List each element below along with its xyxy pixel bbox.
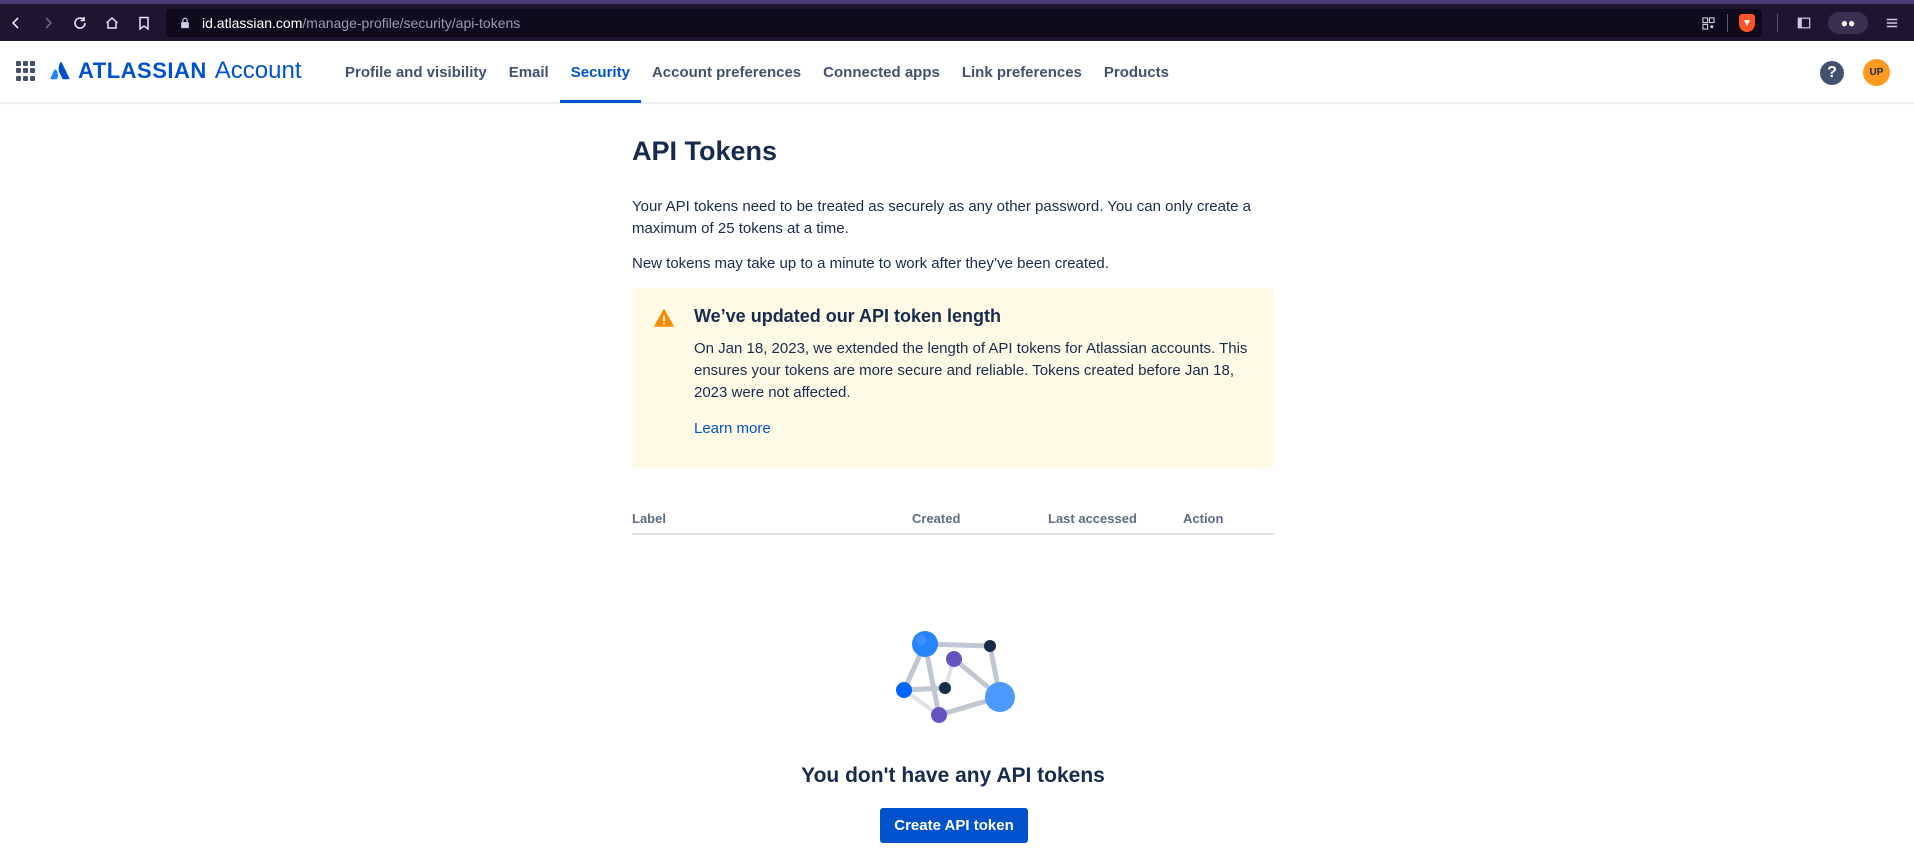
tab-account-preferences[interactable]: Account preferences [641, 41, 812, 103]
url-text: id.atlassian.com/manage-profile/security… [202, 15, 520, 31]
app-switcher-icon[interactable] [16, 61, 36, 81]
create-api-token-button[interactable]: Create API token [880, 808, 1028, 843]
avatar[interactable]: UP [1863, 59, 1890, 86]
atlassian-logo[interactable]: ATLASSIAN Account [50, 57, 302, 84]
back-icon[interactable] [0, 7, 32, 39]
page-title: API Tokens [632, 136, 778, 166]
lock-icon [178, 16, 192, 30]
sidebar-toggle-icon[interactable] [1782, 9, 1826, 37]
tab-link-preferences[interactable]: Link preferences [951, 41, 1093, 103]
divider [1727, 14, 1728, 32]
private-window-icon[interactable]: ●● [1826, 9, 1870, 37]
tab-security[interactable]: Security [559, 41, 642, 103]
url-host: id.atlassian.com [202, 15, 303, 31]
home-icon[interactable] [96, 7, 128, 39]
brave-shields-icon[interactable]: ▼ [1732, 9, 1762, 37]
tokens-table-header: Label Created Last accessed Action [632, 506, 1274, 535]
warning-banner: We’ve updated our API token length On Ja… [632, 288, 1274, 468]
banner-body: On Jan 18, 2023, we extended the length … [694, 340, 1248, 401]
url-path: /manage-profile/security/api-tokens [302, 15, 521, 31]
column-header-label[interactable]: Label [632, 511, 666, 526]
warning-icon [654, 309, 674, 327]
tab-connected-apps[interactable]: Connected apps [812, 41, 951, 103]
tab-email[interactable]: Email [498, 41, 560, 103]
reload-icon[interactable] [64, 7, 96, 39]
banner-title: We’ve updated our API token length [694, 306, 1002, 326]
tab-products[interactable]: Products [1093, 41, 1180, 103]
main-nav: Profile and visibility Email Security Ac… [334, 41, 1180, 103]
address-bar[interactable]: id.atlassian.com/manage-profile/security… [166, 9, 1762, 37]
logo-product-name: Account [214, 57, 302, 84]
column-header-created[interactable]: Created [912, 511, 960, 526]
atlassian-mark-icon [50, 61, 70, 80]
empty-state-illustration [896, 631, 1015, 723]
help-icon[interactable]: ? [1820, 61, 1844, 85]
qr-code-icon[interactable] [1693, 9, 1723, 37]
empty-state-title: You don't have any API tokens [801, 764, 1105, 787]
forward-icon[interactable] [32, 7, 64, 39]
note-text: New tokens may take up to a minute to wo… [632, 255, 1109, 272]
tab-profile-and-visibility[interactable]: Profile and visibility [334, 41, 498, 103]
bookmark-icon[interactable] [128, 7, 160, 39]
divider [1777, 13, 1778, 32]
app-header: ATLASSIAN Account Profile and visibility… [0, 41, 1914, 103]
column-header-action: Action [1183, 511, 1224, 526]
browser-toolbar: id.atlassian.com/manage-profile/security… [0, 0, 1914, 41]
intro-text: Your API tokens need to be treated as se… [632, 198, 1252, 237]
logo-wordmark: ATLASSIAN [78, 58, 207, 83]
column-header-last-accessed[interactable]: Last accessed [1048, 511, 1137, 526]
learn-more-link[interactable]: Learn more [694, 420, 771, 437]
menu-icon[interactable] [1870, 9, 1914, 37]
